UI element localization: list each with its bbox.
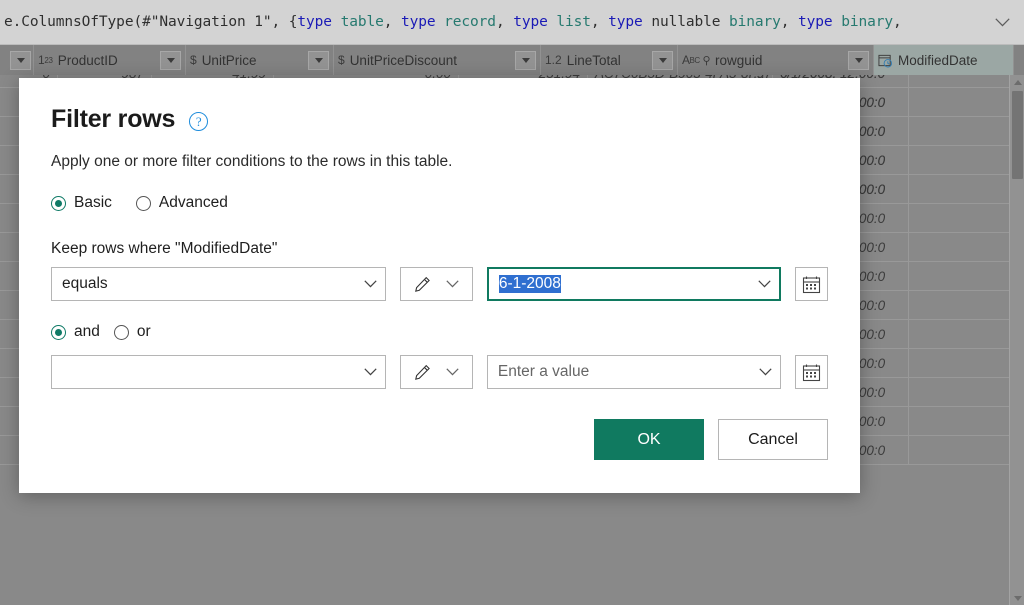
formula-token: type — [608, 14, 651, 30]
chevron-down-icon[interactable] — [980, 0, 1024, 44]
formula-token: , — [496, 14, 513, 30]
keep-rows-where-label: Keep rows where "ModifiedDate" — [51, 240, 828, 258]
formula-token: binary — [729, 14, 781, 30]
column-filter-dropdown-icon[interactable] — [848, 51, 869, 70]
column-header-label: ModifiedDate — [898, 53, 978, 68]
radio-basic-label: Basic — [74, 194, 112, 212]
formula-token: type — [297, 14, 340, 30]
filter-value-input-2[interactable]: Enter a value — [487, 355, 781, 389]
formula-token: type — [513, 14, 556, 30]
chevron-down-icon — [759, 368, 772, 376]
conjunction-radio-group[interactable]: and or — [51, 323, 828, 341]
whole-number-type-icon: 123 — [38, 53, 53, 67]
filter-value-input-1[interactable]: 6-1-2008 — [487, 267, 781, 301]
radio-option-or[interactable]: or — [114, 323, 151, 341]
pencil-icon — [414, 364, 431, 381]
column-filter-dropdown-icon[interactable] — [10, 51, 31, 70]
formula-token: , — [384, 14, 401, 30]
radio-advanced-indicator[interactable] — [136, 196, 151, 211]
value-editor-button-1[interactable] — [400, 267, 473, 301]
date-picker-button-2[interactable] — [795, 355, 829, 389]
formula-bar[interactable]: e.ColumnsOfType(#"Navigation 1", {type t… — [0, 0, 1024, 45]
radio-option-basic[interactable]: Basic — [51, 194, 112, 212]
filter-condition-row-2: Enter a value — [51, 355, 828, 389]
value-editor-button-2[interactable] — [400, 355, 473, 389]
filter-rows-dialog: Filter rows ? Apply one or more filter c… — [19, 78, 860, 493]
formula-token: type — [798, 14, 841, 30]
column-filter-dropdown-icon[interactable] — [160, 51, 181, 70]
dialog-action-buttons: OK Cancel — [594, 419, 828, 460]
formula-token: , — [893, 14, 902, 30]
formula-token: e.ColumnsOfType(#"Navigation 1", { — [4, 14, 297, 30]
pencil-icon — [414, 276, 431, 293]
formula-token: type — [401, 14, 444, 30]
column-header-label: ProductID — [58, 53, 118, 68]
filter-value-1-wrapper: 6-1-2008 — [499, 275, 752, 293]
currency-type-icon: $ — [338, 53, 345, 67]
formula-token: , — [591, 14, 608, 30]
formula-token: binary — [841, 14, 893, 30]
chevron-down-icon — [364, 368, 377, 376]
scroll-down-arrow-icon[interactable] — [1010, 591, 1024, 605]
column-header-row[interactable]: Qty 123 ProductID $ UnitPrice $ UnitPriceDisco… — [0, 45, 1024, 75]
formula-token: list — [556, 14, 591, 30]
decimal-type-icon: 1.2 — [545, 53, 562, 67]
calendar-icon — [802, 275, 821, 294]
column-header-rowguid[interactable]: ABC ⚲ rowguid — [678, 45, 874, 75]
datetime-type-icon — [878, 53, 893, 68]
filter-value-1: 6-1-2008 — [499, 275, 561, 293]
formula-text[interactable]: e.ColumnsOfType(#"Navigation 1", {type t… — [0, 14, 980, 30]
radio-basic-indicator[interactable] — [51, 196, 66, 211]
column-filter-dropdown-icon[interactable] — [308, 51, 329, 70]
dialog-subtitle: Apply one or more filter conditions to t… — [51, 153, 828, 171]
any-type-icon: ABC ⚲ — [682, 53, 710, 67]
operator-dropdown-2[interactable] — [51, 355, 386, 389]
filter-mode-radio-group[interactable]: Basic Advanced — [51, 194, 828, 212]
formula-token: nullable — [651, 14, 729, 30]
column-header-modifieddate[interactable]: ModifiedDate — [874, 45, 1014, 75]
column-header-qty[interactable]: Qty — [0, 45, 34, 75]
help-circle-icon[interactable]: ? — [189, 112, 208, 131]
currency-type-icon: $ — [190, 53, 197, 67]
ok-button[interactable]: OK — [594, 419, 704, 460]
radio-and-indicator[interactable] — [51, 325, 66, 340]
column-header-label: UnitPrice — [202, 53, 257, 68]
column-filter-dropdown-icon[interactable] — [515, 51, 536, 70]
column-header-unitprice[interactable]: $ UnitPrice — [186, 45, 334, 75]
column-header-unitpricediscount[interactable]: $ UnitPriceDiscount — [334, 45, 541, 75]
column-header-label: UnitPriceDiscount — [350, 53, 457, 68]
chevron-down-icon — [364, 280, 377, 288]
grid-vertical-scrollbar[interactable] — [1009, 75, 1024, 605]
column-header-label: rowguid — [715, 53, 762, 68]
formula-token: table — [341, 14, 384, 30]
radio-advanced-label: Advanced — [159, 194, 228, 212]
dialog-header: Filter rows ? — [51, 105, 828, 134]
operator-value-1: equals — [62, 275, 358, 293]
chevron-down-icon — [446, 280, 459, 288]
radio-or-indicator[interactable] — [114, 325, 129, 340]
radio-and-label: and — [74, 323, 100, 341]
operator-dropdown-1[interactable]: equals — [51, 267, 386, 301]
power-query-editor-window: e.ColumnsOfType(#"Navigation 1", {type t… — [0, 0, 1024, 605]
radio-option-and[interactable]: and — [51, 323, 100, 341]
calendar-icon — [802, 363, 821, 382]
date-picker-button-1[interactable] — [795, 267, 829, 301]
column-header-label: LineTotal — [567, 53, 621, 68]
cancel-button[interactable]: Cancel — [718, 419, 828, 460]
filter-condition-row-1: equals 6-1-2008 — [51, 267, 828, 301]
column-header-productid[interactable]: 123 ProductID — [34, 45, 186, 75]
chevron-down-glyph — [995, 18, 1010, 27]
formula-token: record — [444, 14, 496, 30]
chevron-down-icon — [446, 368, 459, 376]
column-filter-dropdown-icon[interactable] — [652, 51, 673, 70]
column-header-linetotal[interactable]: 1.2 LineTotal — [541, 45, 678, 75]
scrollbar-thumb[interactable] — [1012, 91, 1023, 179]
formula-token: , — [781, 14, 798, 30]
chevron-down-icon — [758, 280, 771, 288]
filter-value-2-placeholder: Enter a value — [498, 363, 753, 381]
dialog-title: Filter rows — [51, 105, 175, 134]
radio-or-label: or — [137, 323, 151, 341]
radio-option-advanced[interactable]: Advanced — [136, 194, 228, 212]
scroll-up-arrow-icon[interactable] — [1010, 75, 1024, 89]
